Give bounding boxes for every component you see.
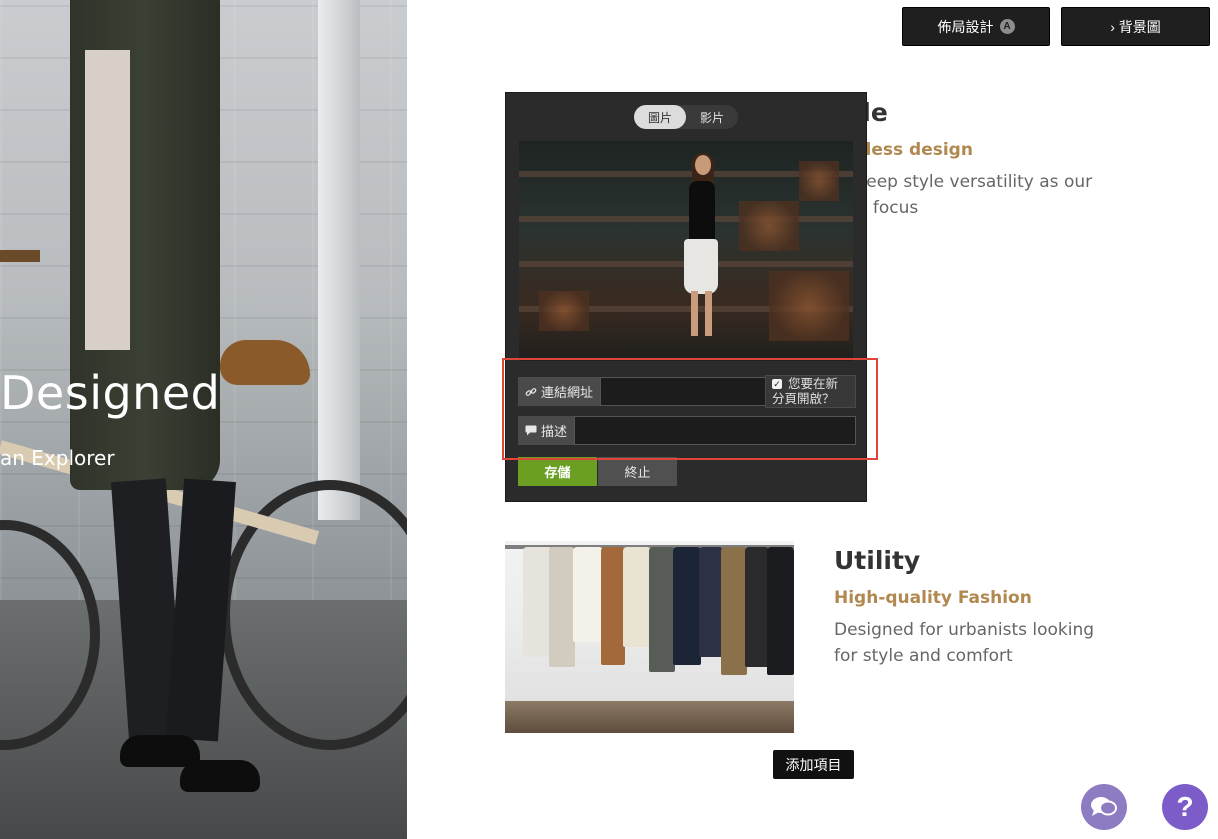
hero-title: Designed [0,366,221,420]
save-button[interactable]: 存儲 [518,457,597,486]
chat-bubbles-icon [1091,797,1117,816]
cancel-button[interactable]: 終止 [598,457,677,486]
clothes-rack-image [505,541,794,733]
add-item-button[interactable]: 添加項目 [773,750,854,779]
background-image-button[interactable]: › 背景圖 [1061,7,1210,46]
tab-video[interactable]: 影片 [686,105,738,129]
section-description-line1: keep style versatility as our [857,172,1093,192]
layout-badge-icon: A [999,19,1015,34]
help-button[interactable]: ? [1162,784,1208,830]
media-type-toggle: 圖片 影片 [634,105,738,129]
utility-description-line1: Designed for urbanists looking [834,620,1095,640]
utility-title: Utility [834,546,921,575]
editor-preview-image [519,141,853,361]
section-subtitle: eless design [854,140,973,160]
hero-subtitle: an Explorer [0,446,115,470]
hero-image: Designed an Explorer [0,0,407,839]
layout-design-button[interactable]: 佈局設計 A [902,7,1050,46]
background-image-label: › 背景圖 [1110,18,1161,35]
layout-design-label: 佈局設計 [937,18,994,35]
utility-subtitle: High-quality Fashion [834,588,1032,608]
chat-button[interactable] [1081,784,1127,830]
highlight-box [502,358,878,460]
utility-description-line2: for style and comfort [834,646,1013,666]
tab-image[interactable]: 圖片 [634,105,686,129]
